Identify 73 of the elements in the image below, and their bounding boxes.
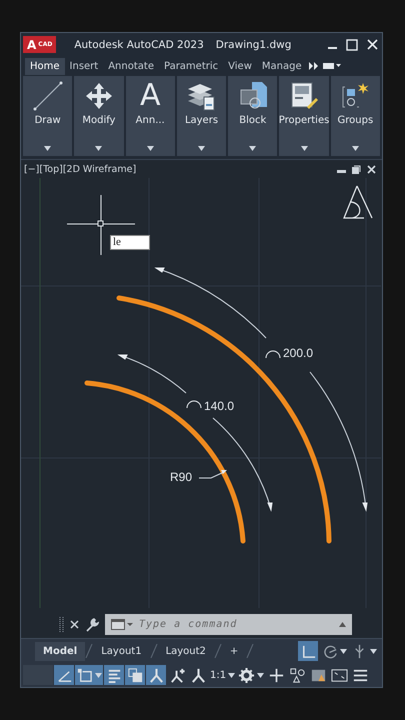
maximize-icon[interactable] (346, 38, 358, 50)
caret-icon[interactable] (257, 672, 264, 678)
tab-divider (246, 644, 254, 658)
ribbon-panel[interactable]: A Ann... (126, 76, 175, 156)
tab-divider (150, 644, 158, 658)
grip-icon[interactable] (59, 616, 64, 632)
caret-icon[interactable] (198, 146, 205, 151)
double-chevron-icon[interactable] (308, 62, 319, 70)
triangle-logo-icon (343, 185, 373, 219)
ribbon-tab[interactable]: Parametric (158, 58, 224, 74)
layers-icon (186, 81, 216, 111)
dimension-label: 200.0 (283, 346, 314, 360)
window-title: Autodesk AutoCAD 2023 (74, 38, 204, 50)
up-caret-icon[interactable] (339, 622, 346, 627)
leader-line (198, 470, 227, 478)
caret-icon[interactable] (352, 146, 359, 151)
caret-icon[interactable] (249, 146, 256, 151)
settings-icon (238, 666, 256, 684)
viewport-label[interactable]: [−][Top][2D Wireframe] (24, 164, 136, 174)
letter-icon: A (140, 81, 160, 111)
ribbon-panel[interactable]: Draw (23, 76, 72, 156)
annotation-icon (190, 666, 206, 684)
arc-symbol-icon (186, 400, 202, 408)
ribbon-panel[interactable]: Modify (74, 76, 124, 156)
caret-icon[interactable] (95, 146, 102, 151)
ribbon-tab[interactable]: Insert (64, 58, 104, 74)
transparency-icon (126, 666, 144, 684)
restore-icon[interactable] (352, 164, 361, 174)
line-icon (32, 81, 63, 111)
ribbon-tab[interactable]: View (223, 58, 257, 74)
ribbon-panel[interactable]: Layers (176, 76, 226, 156)
layout-tab[interactable]: + (222, 642, 246, 660)
tab-divider (85, 644, 94, 658)
console-icon[interactable] (111, 619, 133, 630)
ribbon-tab[interactable]: Annotate (103, 58, 159, 74)
snap-box-icon (76, 666, 93, 684)
close-icon[interactable] (367, 39, 378, 50)
fullscreen-icon (330, 666, 348, 684)
dimension-label: 140.0 (204, 399, 234, 413)
shapes-icon (288, 666, 306, 684)
annotation-icon (148, 666, 164, 684)
arc-symbol-icon (266, 350, 280, 358)
caret-icon[interactable] (340, 648, 347, 654)
tab-divider (214, 644, 222, 658)
scale-button[interactable]: 1:1 (209, 665, 236, 685)
ribbon-panel[interactable]: Properties (279, 76, 329, 156)
caret-icon[interactable] (300, 146, 308, 151)
block-icon (238, 81, 268, 111)
ribbon-panel[interactable]: Groups (330, 76, 380, 156)
document-title: Drawing1.dwg (216, 38, 292, 50)
dynamic-input-field[interactable]: le (110, 235, 150, 250)
properties-icon (289, 81, 320, 111)
layout-tab[interactable]: Layout2 (158, 642, 214, 660)
caret-icon[interactable] (228, 672, 236, 678)
layout-tab[interactable]: Layout1 (93, 642, 150, 660)
radius-label: R90 (170, 470, 192, 484)
workspace-icon[interactable] (322, 62, 341, 70)
ribbon-panel[interactable]: Block (228, 76, 278, 156)
close-icon[interactable] (367, 164, 376, 174)
plus-icon (268, 666, 285, 684)
layout-tab[interactable]: Model (35, 642, 86, 660)
ribbon-tab[interactable]: Home (25, 58, 65, 74)
caret-icon[interactable] (146, 146, 154, 151)
caret-icon[interactable] (44, 146, 52, 151)
move-arrows-icon (84, 82, 113, 110)
crosshair-cursor (66, 194, 136, 256)
annotation-scale-icon (168, 666, 186, 684)
command-field[interactable]: Type a command (105, 614, 352, 635)
caret-icon[interactable] (370, 648, 377, 654)
close-icon[interactable] (70, 620, 79, 629)
status-button[interactable] (237, 665, 266, 685)
wrench-icon[interactable] (85, 618, 99, 632)
ribbon-tab[interactable]: Manage (256, 58, 307, 74)
